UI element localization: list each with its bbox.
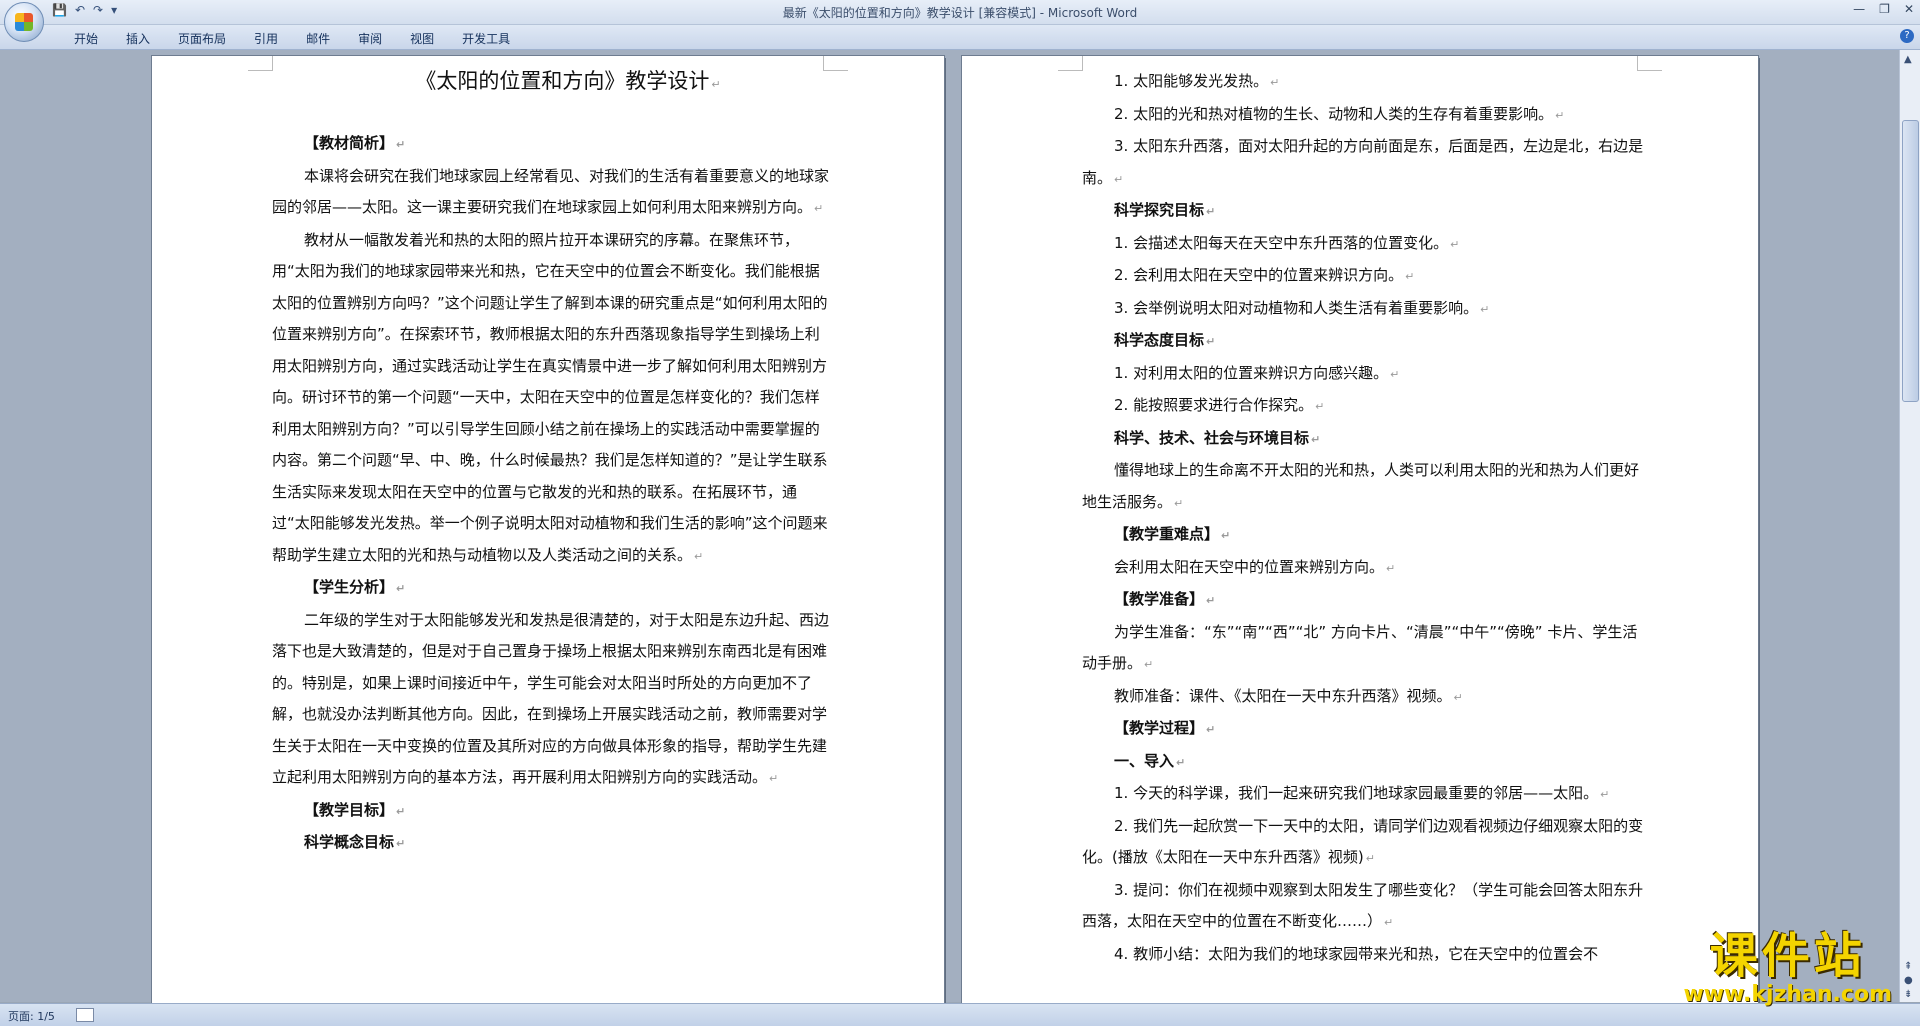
document-page-2[interactable]: 1. 太阳能够发光发热。 ↵ 2. 太阳的光和热对植物的生长、动物和人类的生存有着…: [962, 56, 1758, 1016]
list-item: 1. 太阳能够发光发热。: [1114, 72, 1269, 90]
minimize-icon[interactable]: —: [1853, 2, 1865, 16]
margin-mark: [1058, 56, 1083, 71]
heading-material: 【教材简析】: [304, 134, 395, 152]
tab-developer[interactable]: 开发工具: [448, 30, 524, 47]
office-button[interactable]: [4, 2, 44, 42]
maximize-icon[interactable]: ❐: [1879, 2, 1890, 16]
watermark-url: www.kjzhan.com: [1683, 982, 1892, 1007]
list-item: 4. 教师小结：太阳为我们的地球家园带来光和热，它在天空中的位置会不: [1114, 944, 1599, 963]
browse-object-icon[interactable]: ●: [1904, 975, 1913, 986]
tab-view[interactable]: 视图: [396, 30, 448, 47]
document-title: 《太阳的位置和方向》教学设计: [415, 69, 710, 93]
scroll-up-icon[interactable]: ▲: [1904, 54, 1912, 65]
vertical-scrollbar[interactable]: ▲ ⇞ ● ⇟: [1899, 50, 1920, 1002]
list-item: 2. 能按照要求进行合作探究。: [1114, 396, 1314, 414]
list-item: 3. 太阳东升西落，面对太阳升起的方向前面是东，后面是西，左边是北，右边是南。: [1082, 137, 1644, 187]
next-page-icon[interactable]: ⇟: [1904, 989, 1912, 1000]
tab-insert[interactable]: 插入: [112, 30, 164, 47]
help-icon[interactable]: ?: [1900, 29, 1914, 43]
window-title: 最新《太阳的位置和方向》教学设计 [兼容模式] - Microsoft Word: [782, 6, 1138, 20]
page-1-text[interactable]: 《太阳的位置和方向》教学设计 ↵ 【教材简析】 ↵ 本课将会研究在我们地球家园上经常…: [272, 66, 832, 860]
paragraph: 教师准备：课件、《太阳在一天中东升西落》视频。: [1114, 686, 1452, 705]
list-item: 1. 对利用太阳的位置来辨识方向感兴趣。: [1114, 363, 1389, 382]
heading-process: 【教学过程】: [1114, 719, 1205, 737]
office-logo-icon: [15, 13, 33, 31]
tab-home[interactable]: 开始: [60, 30, 112, 47]
heading-preparation: 【教学准备】: [1114, 590, 1205, 608]
paragraph: 教材从一幅散发着光和热的太阳的照片拉开本课研究的序幕。在聚焦环节，用“太阳为我们…: [272, 230, 828, 564]
paragraph: 会利用太阳在天空中的位置来辨别方向。: [1114, 557, 1385, 576]
paragraph: 二年级的学生对于太阳能够发光和发热是很清楚的，对于太阳是东边升起、西边落下也是大…: [272, 610, 830, 787]
page-count[interactable]: 页面: 1/5: [8, 1008, 55, 1024]
tab-review[interactable]: 审阅: [344, 30, 396, 47]
watermark-text: 课件站: [1709, 928, 1866, 984]
paragraph: 懂得地球上的生命离不开太阳的光和热，人类可以利用太阳的光和热为人们更好地生活服务…: [1082, 461, 1640, 511]
list-item: 2. 我们先一起欣赏一下一天中的太阳，请同学们边观看视频边仔细观察太阳的变化。(…: [1082, 816, 1644, 867]
watermark-logo: 课件站 www.kjzhan.com: [1683, 930, 1892, 1007]
heading-inquiry: 科学探究目标: [1114, 201, 1205, 219]
ribbon-tab-bar: 开始 插入 页面布局 引用 邮件 审阅 视图 开发工具 ?: [0, 25, 1920, 50]
window-controls: — ❐ ✕: [1853, 2, 1914, 16]
heading-key-points: 【教学重难点】: [1114, 525, 1220, 543]
heading-intro: 一、导入: [1114, 751, 1175, 770]
paragraph: 为学生准备：“东”“南”“西”“北” 方向卡片、“清晨”“中午”“傍晚” 卡片、…: [1082, 622, 1638, 673]
margin-mark: [248, 56, 273, 71]
proofing-icon[interactable]: [76, 1008, 94, 1022]
heading-goals: 【教学目标】: [304, 800, 395, 819]
list-item: 2. 会利用太阳在天空中的位置来辨识方向。: [1114, 266, 1404, 284]
document-page-1[interactable]: 《太阳的位置和方向》教学设计 ↵ 【教材简析】 ↵ 本课将会研究在我们地球家园上经常…: [152, 56, 944, 1016]
title-bar: 💾 ↶ ↷ ▾ 最新《太阳的位置和方向》教学设计 [兼容模式] - Micros…: [0, 0, 1920, 42]
heading-students: 【学生分析】: [304, 578, 395, 596]
list-item: 2. 太阳的光和热对植物的生长、动物和人类的生存有着重要影响。: [1114, 104, 1554, 123]
paragraph: 本课将会研究在我们地球家园上经常看见、对我们的生活有着重要意义的地球家园的邻居—…: [272, 166, 830, 217]
status-bar: 页面: 1/5: [0, 1003, 1920, 1026]
list-item: 3. 会举例说明太阳对动植物和人类生活有着重要影响。: [1114, 298, 1479, 317]
list-item: 1. 今天的科学课，我们一起来研究我们地球家园最重要的邻居——太阳。: [1114, 784, 1599, 802]
prev-page-icon[interactable]: ⇞: [1904, 961, 1912, 972]
tab-page-layout[interactable]: 页面布局: [164, 30, 240, 47]
heading-sts: 科学、技术、社会与环境目标: [1114, 428, 1310, 447]
document-workspace: 《太阳的位置和方向》教学设计 ↵ 【教材简析】 ↵ 本课将会研究在我们地球家园上经常…: [0, 50, 1900, 1016]
tab-references[interactable]: 引用: [240, 30, 292, 47]
list-item: 3. 提问：你们在视频中观察到太阳发生了哪些变化？（学生可能会回答太阳东升西落，…: [1082, 880, 1644, 931]
page-2-text[interactable]: 1. 太阳能够发光发热。 ↵ 2. 太阳的光和热对植物的生长、动物和人类的生存有着…: [1082, 66, 1652, 970]
scrollbar-thumb[interactable]: [1902, 120, 1919, 402]
heading-attitude: 科学态度目标: [1114, 331, 1205, 349]
close-icon[interactable]: ✕: [1904, 2, 1914, 16]
heading-concept: 科学概念目标: [304, 833, 395, 851]
tab-mailings[interactable]: 邮件: [292, 30, 344, 47]
list-item: 1. 会描述太阳每天在天空中东升西落的位置变化。: [1114, 233, 1449, 252]
